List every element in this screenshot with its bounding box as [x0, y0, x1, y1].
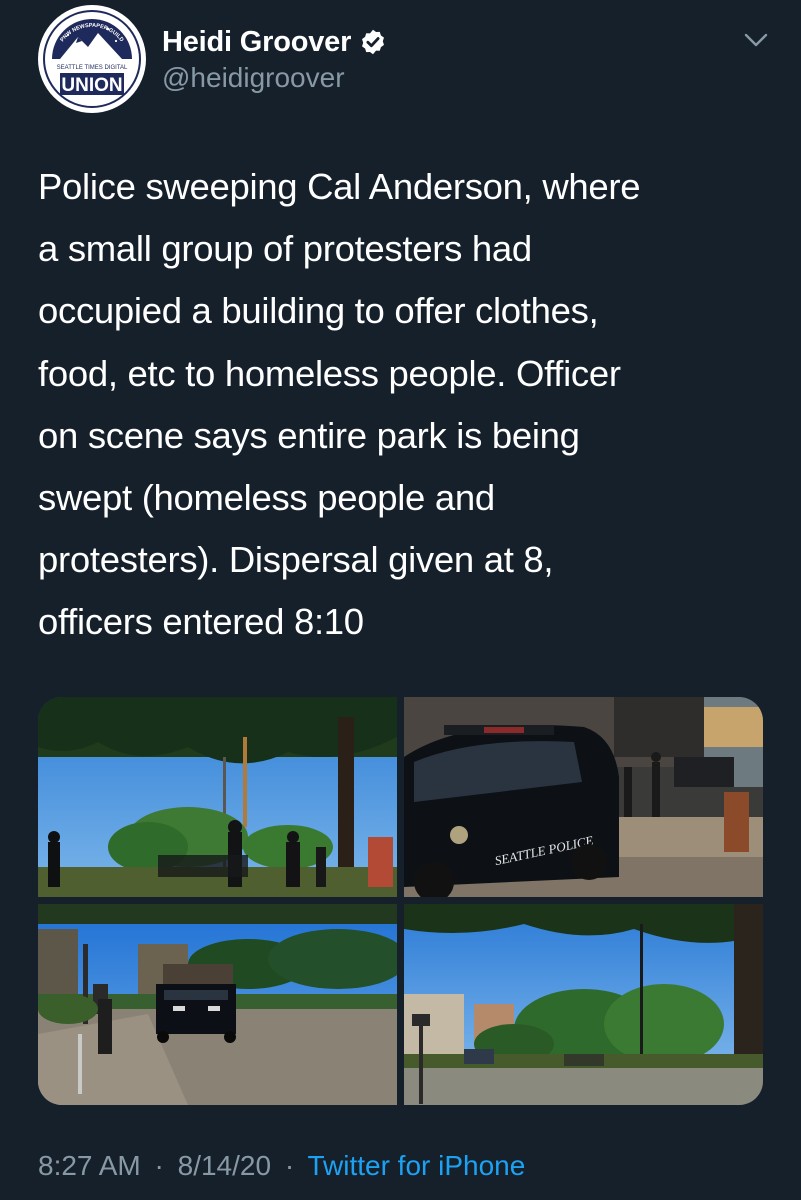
photo-police-suv-path-image — [38, 904, 397, 1105]
tweet-text: Police sweeping Cal Anderson, where a sm… — [38, 156, 778, 654]
meta-separator: · — [154, 1150, 164, 1181]
tweet-text-line: occupied a building to offer clothes, — [38, 290, 599, 332]
tweet-time[interactable]: 8:27 AM — [38, 1150, 141, 1181]
tweet-text-line: Police sweeping Cal Anderson, where — [38, 166, 641, 207]
verified-badge-icon — [362, 29, 385, 55]
tweet-date[interactable]: 8/14/20 — [178, 1150, 271, 1181]
photo-park-trees-image — [38, 697, 397, 897]
media-grid: SEATTLE POLICE — [38, 697, 763, 1105]
photo-park-trees[interactable] — [38, 697, 397, 897]
chevron-down-icon[interactable] — [740, 28, 772, 52]
tweet-source-link[interactable]: Twitter for iPhone — [307, 1150, 525, 1181]
avatar[interactable]: PNW NEWSPAPER GUILD SEATTLE TIMES DIGITA… — [38, 5, 146, 113]
tweet-text-line: a small group of protesters had — [38, 228, 532, 270]
photo-police-suv[interactable]: SEATTLE POLICE — [404, 697, 763, 897]
photo-police-suv-image: SEATTLE POLICE — [404, 697, 763, 897]
photo-park-lawn[interactable] — [404, 904, 763, 1105]
union-logo: PNW NEWSPAPER GUILD SEATTLE TIMES DIGITA… — [40, 7, 144, 111]
tweet-text-line: officers entered 8:10 — [38, 601, 364, 643]
avatar-top-text: SEATTLE TIMES DIGITAL — [57, 65, 128, 71]
photo-police-suv-path[interactable] — [38, 904, 397, 1105]
tweet-text-line: swept (homeless people and — [38, 477, 495, 519]
avatar-main-text: UNION — [61, 75, 122, 96]
tweet-text-line: food, etc to homeless people. Officer — [38, 352, 621, 394]
meta-separator: · — [284, 1150, 295, 1181]
photo-park-lawn-image — [404, 904, 763, 1105]
display-name[interactable]: Heidi Groover — [162, 26, 351, 59]
tweet-text-line: on scene says entire park is being — [38, 414, 580, 456]
handle[interactable]: @heidigroover — [162, 62, 345, 94]
tweet-text-line: protesters). Dispersal given at 8, — [38, 539, 554, 581]
author-name-row[interactable]: Heidi Groover — [162, 22, 387, 62]
tweet-meta: 8:27 AM · 8/14/20 · Twitter for iPhone — [38, 1150, 525, 1182]
